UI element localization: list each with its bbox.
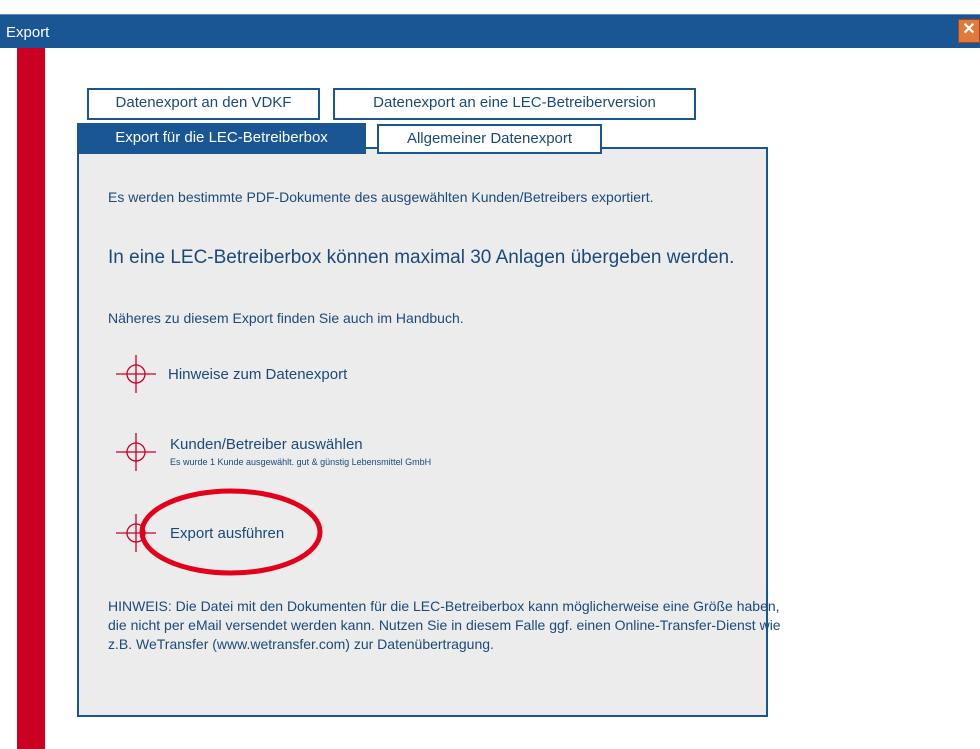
tab-lec-betreiberversion-export[interactable]: Datenexport an eine LEC-Betreiberversion bbox=[333, 88, 696, 120]
hint-line-2: die nicht per eMail versendet werden kan… bbox=[108, 617, 781, 633]
tab-lec-betreiberbox-export[interactable]: Export für die LEC-Betreiberbox bbox=[77, 123, 366, 154]
handbook-note: Näheres zu diesem Export finden Sie auch… bbox=[108, 310, 464, 326]
hint-line-3: z.B. WeTransfer (www.wetransfer.com) zur… bbox=[108, 636, 494, 652]
left-accent-bar bbox=[17, 48, 45, 749]
link-hinweise-datenexport[interactable]: Hinweise zum Datenexport bbox=[114, 351, 394, 397]
selected-customer-info: Es wurde 1 Kunde ausgewählt. gut & günst… bbox=[170, 457, 432, 467]
tab-label: Datenexport an den VDKF bbox=[115, 94, 292, 111]
link-label: Kunden/Betreiber auswählen bbox=[170, 436, 363, 453]
crosshair-icon bbox=[116, 433, 156, 471]
crosshair-icon bbox=[116, 355, 156, 393]
close-button[interactable]: ✕ bbox=[958, 19, 980, 43]
intro-text: Es werden bestimmte PDF-Dokumente des au… bbox=[108, 189, 654, 205]
tab-vdkf-export[interactable]: Datenexport an den VDKF bbox=[87, 88, 320, 120]
annotation-circle bbox=[139, 488, 323, 576]
link-label: Hinweise zum Datenexport bbox=[168, 366, 348, 383]
tab-general-export[interactable]: Allgemeiner Datenexport bbox=[377, 124, 602, 154]
window-title: Export bbox=[6, 24, 50, 41]
export-dialog: Export ✕ Datenexport an den VDKF Datenex… bbox=[0, 0, 980, 749]
hint-line-1: HINWEIS: Die Datei mit den Dokumenten fü… bbox=[108, 598, 780, 614]
tab-label: Datenexport an eine LEC-Betreiberversion bbox=[373, 94, 656, 111]
link-kunden-auswaehlen[interactable]: Kunden/Betreiber auswählen Es wurde 1 Ku… bbox=[114, 429, 554, 475]
headline: In eine LEC-Betreiberbox können maximal … bbox=[108, 247, 735, 268]
title-bar[interactable]: Export ✕ bbox=[0, 14, 980, 48]
tab-label: Export für die LEC-Betreiberbox bbox=[115, 129, 328, 146]
close-icon: ✕ bbox=[962, 21, 976, 38]
tab-label: Allgemeiner Datenexport bbox=[406, 130, 573, 147]
